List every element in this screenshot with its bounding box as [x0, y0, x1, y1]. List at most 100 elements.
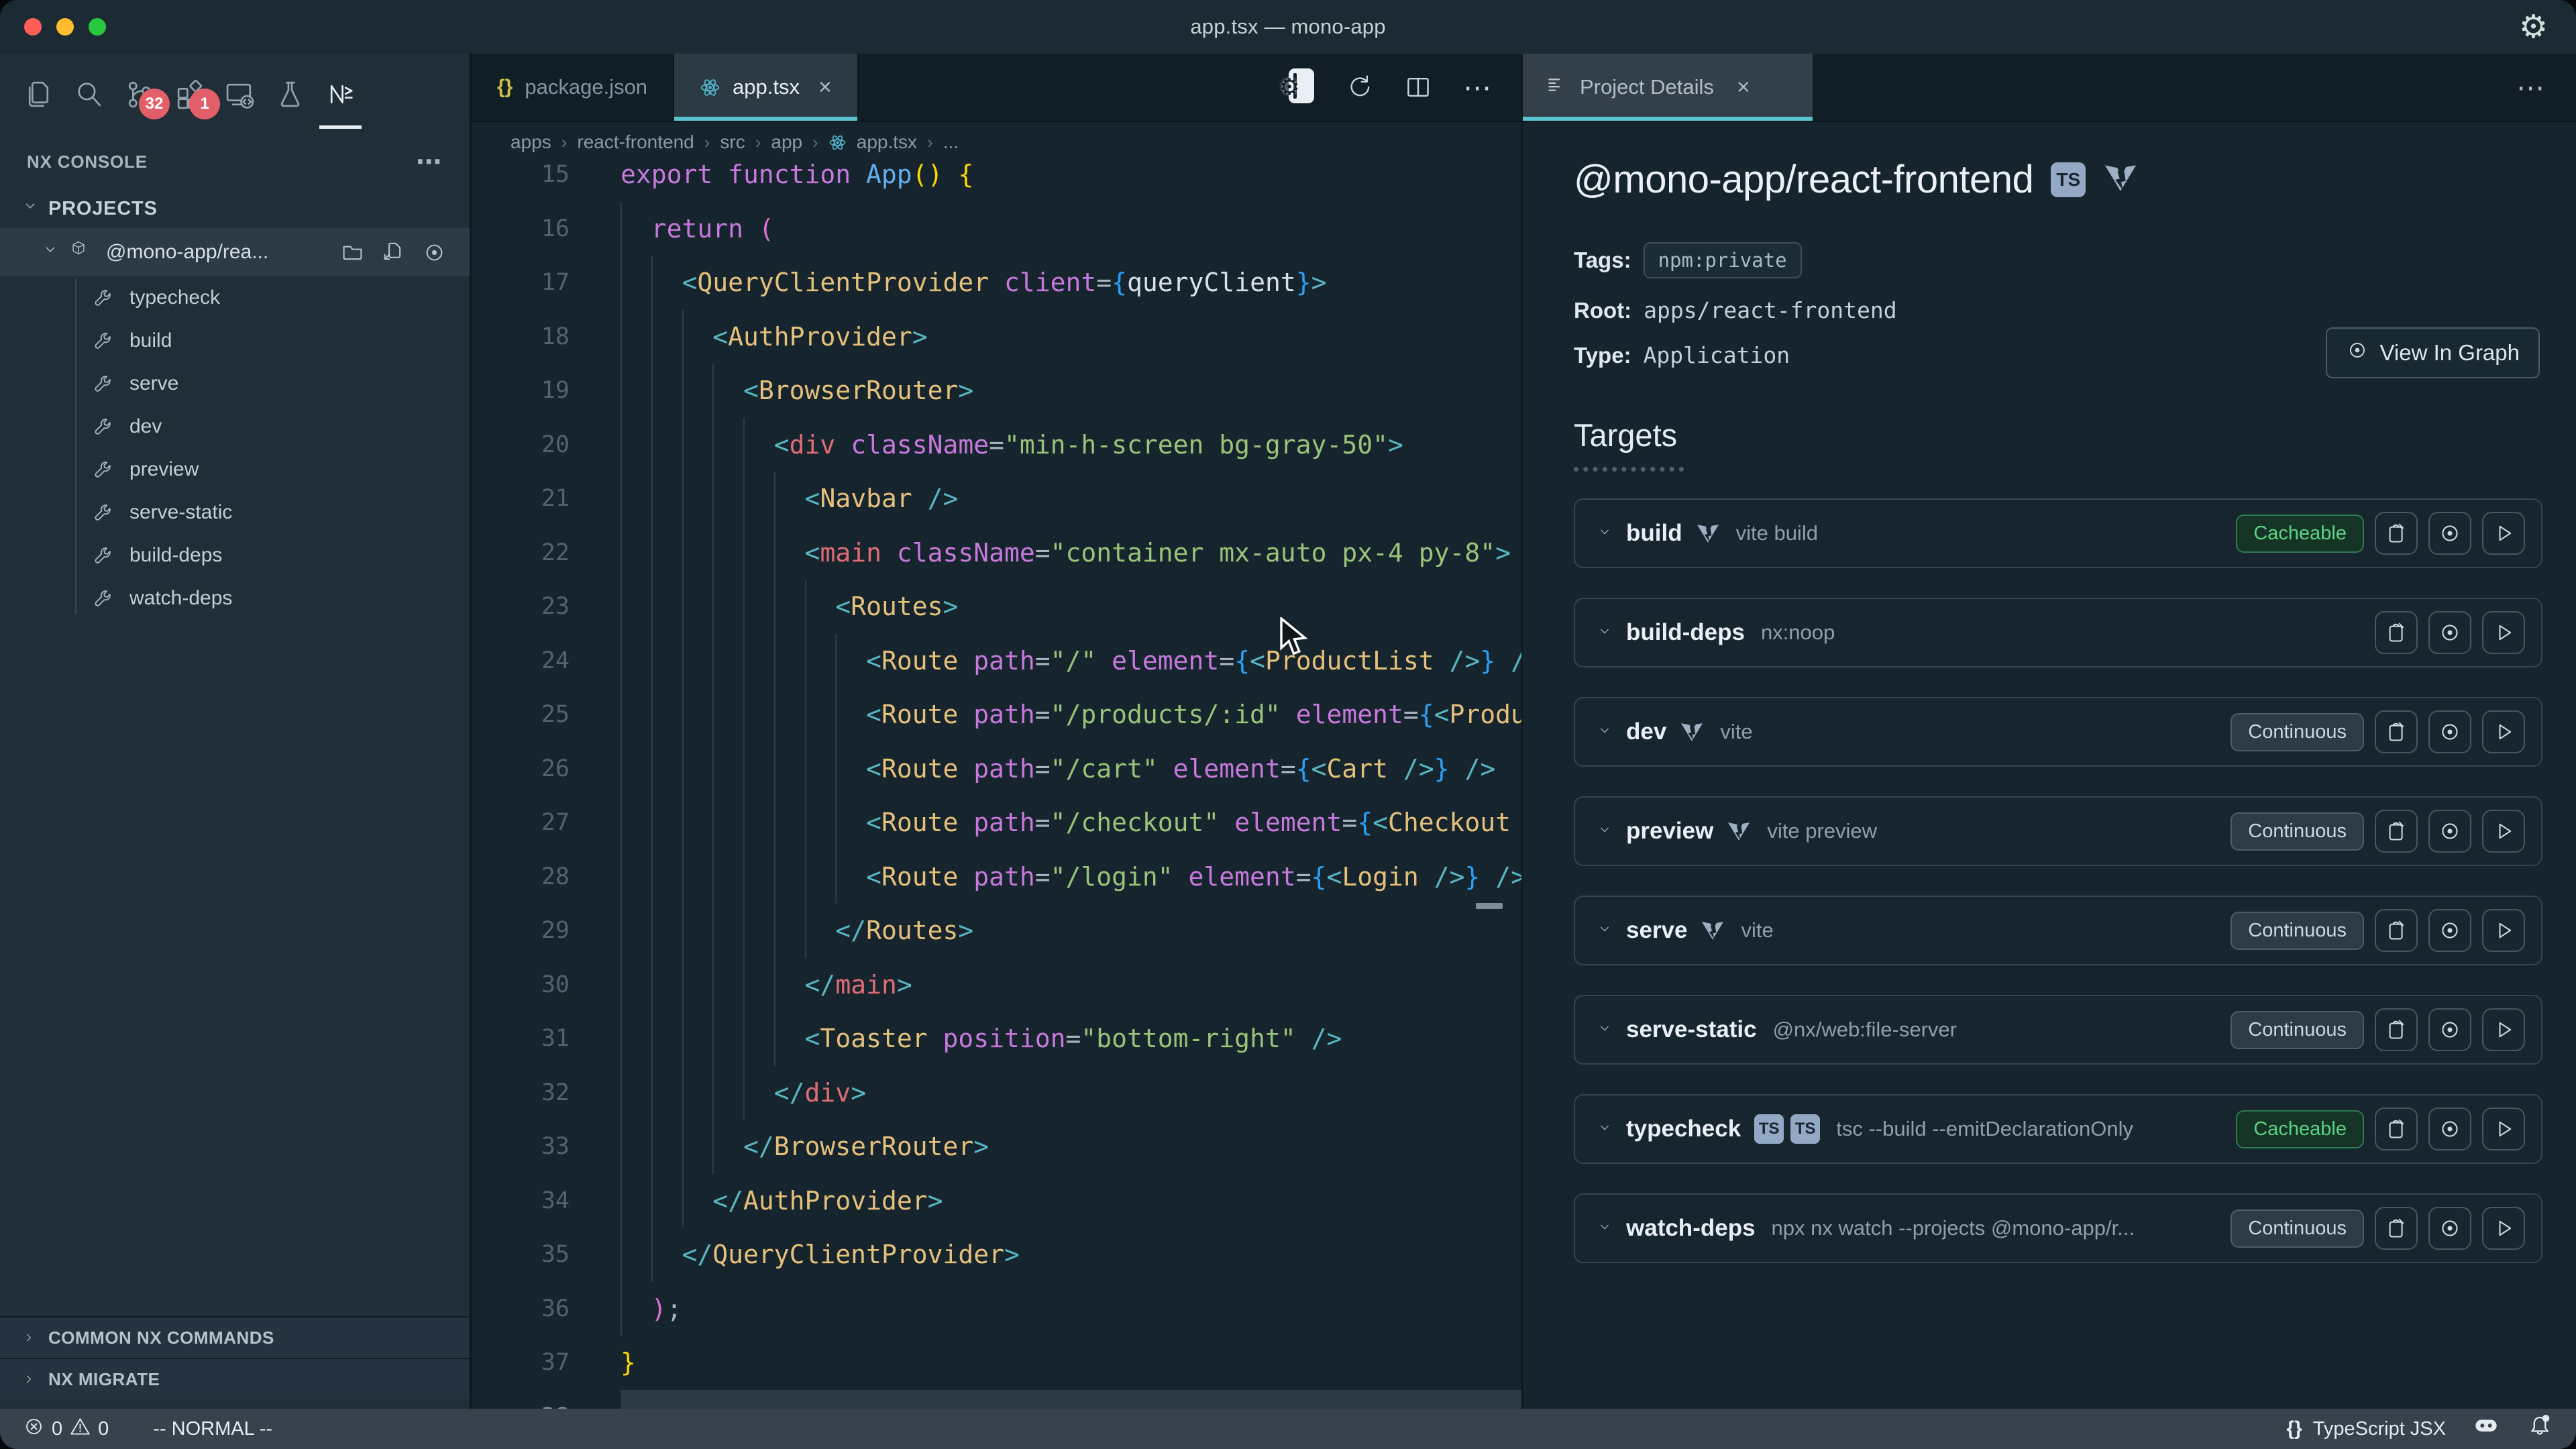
copy-button[interactable] [2375, 710, 2418, 753]
status-bar: 0 0 -- NORMAL -- {} TypeScript JSX [0, 1409, 2576, 1449]
problems-indicator[interactable]: 0 0 [23, 1415, 109, 1443]
run-target-button[interactable] [2482, 810, 2525, 853]
line-number: 37 [472, 1349, 570, 1376]
folder-icon[interactable] [340, 240, 365, 265]
tree-item-dev[interactable]: dev [0, 405, 470, 448]
titlebar: app.tsx — mono-app ⚙ [0, 0, 2576, 54]
refresh-button[interactable] [1345, 73, 1373, 101]
run-target-button[interactable] [2482, 909, 2525, 952]
tab-app.tsx[interactable]: app.tsx× [674, 54, 859, 121]
target-icon[interactable] [422, 240, 447, 265]
breadcrumb-item[interactable]: apps [511, 131, 551, 153]
tree-item-label: typecheck [129, 286, 220, 309]
breadcrumb-item[interactable]: app [771, 131, 802, 153]
code-line-31: 31 <Toaster position="bottom-right" /> [472, 1012, 1521, 1066]
vim-mode-indicator[interactable]: -- NORMAL -- [153, 1418, 272, 1440]
tree-item-watch-deps[interactable]: watch-deps [0, 577, 470, 620]
code-line-21: 21 <Navbar /> [472, 472, 1521, 526]
run-target-button[interactable] [2482, 512, 2525, 555]
target-command: vite build [1736, 521, 1818, 545]
activity-item-remote-explorer[interactable] [215, 59, 265, 129]
error-icon [23, 1415, 45, 1443]
tab-project-details[interactable]: Project Details × [1523, 54, 1813, 121]
tree-item-serve-static[interactable]: serve-static [0, 491, 470, 534]
copy-button[interactable] [2375, 1108, 2418, 1150]
breadcrumb-item[interactable]: ... [943, 131, 959, 153]
run-target-button[interactable] [2482, 1008, 2525, 1051]
target-command: vite preview [1767, 819, 1877, 843]
run-target-button[interactable] [2482, 1108, 2525, 1150]
breadcrumb-item[interactable]: src [720, 131, 745, 153]
settings-gear-icon[interactable]: ⚙ [2519, 8, 2548, 46]
activity-item-search[interactable] [64, 59, 114, 129]
view-button[interactable] [2428, 810, 2471, 853]
target-command: vite [1741, 918, 1773, 943]
copy-button[interactable] [2375, 1008, 2418, 1051]
view-button[interactable] [2428, 512, 2471, 555]
activity-item-explorer[interactable] [13, 59, 64, 129]
copy-button[interactable] [2375, 611, 2418, 654]
more-actions-icon[interactable]: ⋯ [416, 147, 443, 177]
language-mode[interactable]: {} TypeScript JSX [2286, 1417, 2446, 1440]
tree-item-build[interactable]: build [0, 319, 470, 362]
activity-item-source-control[interactable]: 32 [114, 59, 164, 129]
chevron-down-icon[interactable] [1597, 921, 1613, 941]
sidebar-section-common-nx-commands[interactable]: COMMON NX COMMANDS [0, 1316, 470, 1358]
close-icon[interactable]: × [818, 74, 832, 101]
line-number: 17 [472, 269, 570, 296]
chevron-down-icon[interactable] [1597, 524, 1613, 543]
run-target-button[interactable] [2482, 1207, 2525, 1250]
chevron-down-icon[interactable] [1597, 1219, 1613, 1238]
copy-button[interactable] [2375, 512, 2418, 555]
tree-item-typecheck[interactable]: typecheck [0, 276, 470, 319]
breadcrumb[interactable]: apps›react-frontend›src›app›app.tsx›... [472, 122, 1521, 162]
activity-bar: 321 [0, 54, 470, 134]
chevron-down-icon[interactable] [1597, 1020, 1613, 1040]
activity-item-extensions[interactable]: 1 [164, 59, 215, 129]
gotofile-icon[interactable] [381, 240, 406, 265]
tree-item-project[interactable]: @mono-app/rea... [0, 228, 470, 276]
line-number: 23 [472, 593, 570, 620]
chevron-down-icon[interactable] [1597, 1120, 1613, 1139]
vscode-window: app.tsx — mono-app ⚙ 321 NX CONSOLE ⋯ PR… [0, 0, 2576, 1449]
breadcrumb-item[interactable]: app.tsx [857, 131, 917, 153]
more-actions-icon[interactable]: ⋯ [2516, 71, 2576, 104]
copilot-icon[interactable] [2473, 1413, 2500, 1445]
scrollbar-marker[interactable] [1476, 903, 1503, 909]
notifications-bell-icon[interactable] [2526, 1413, 2553, 1445]
run-target-button[interactable] [2482, 710, 2525, 753]
run-target-button[interactable] [2482, 611, 2525, 654]
activity-item-testing[interactable] [265, 59, 315, 129]
view-in-graph-button[interactable]: View In Graph [2326, 327, 2540, 378]
graph-target-icon [2346, 339, 2369, 367]
tree-item-build-deps[interactable]: build-deps [0, 534, 470, 577]
tree-item-preview[interactable]: preview [0, 448, 470, 491]
close-icon[interactable]: × [1737, 74, 1750, 101]
sidebar-section-nx-migrate[interactable]: NX MIGRATE [0, 1358, 470, 1399]
view-button[interactable] [2428, 909, 2471, 952]
view-button[interactable] [2428, 710, 2471, 753]
view-button[interactable] [2428, 1008, 2471, 1051]
view-button[interactable] [2428, 611, 2471, 654]
tree-item-serve[interactable]: serve [0, 362, 470, 405]
copy-button[interactable] [2375, 810, 2418, 853]
vite-icon [1680, 720, 1704, 744]
copy-button[interactable] [2375, 1207, 2418, 1250]
chevron-down-icon[interactable] [1597, 722, 1613, 742]
vite-icon [1701, 918, 1725, 943]
activity-item-nx-console[interactable] [315, 59, 366, 129]
view-button[interactable] [2428, 1108, 2471, 1150]
more-actions-icon[interactable]: ⋯ [1463, 71, 1493, 104]
chevron-down-icon[interactable] [1597, 822, 1613, 841]
copy-button[interactable] [2375, 909, 2418, 952]
tree-section-projects[interactable]: PROJECTS [0, 189, 470, 228]
code-line-32: 32 </div> [472, 1066, 1521, 1120]
code-line-19: 19 <BrowserRouter> [472, 364, 1521, 418]
open-project-details-button[interactable]: ⚙ [1289, 68, 1314, 107]
view-button[interactable] [2428, 1207, 2471, 1250]
split-editor-button[interactable] [1404, 73, 1432, 101]
breadcrumb-item[interactable]: react-frontend [577, 131, 694, 153]
tab-package.json[interactable]: {}package.json [472, 54, 674, 121]
code-editor[interactable]: 15export function App() {16 return (17 <… [472, 148, 1521, 1409]
chevron-down-icon[interactable] [1597, 623, 1613, 643]
